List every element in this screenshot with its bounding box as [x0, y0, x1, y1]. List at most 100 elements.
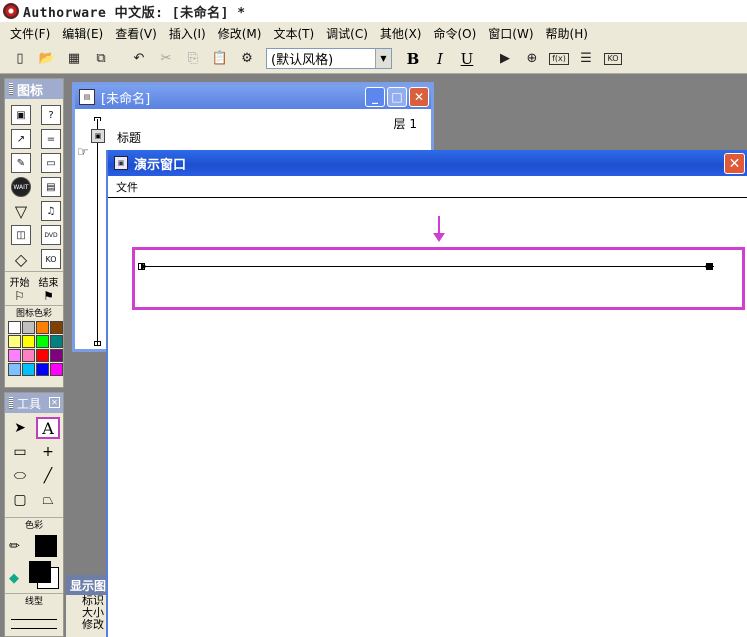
motion-icon[interactable]: ↗: [11, 129, 31, 149]
menu-edit[interactable]: 编辑(E): [56, 25, 109, 42]
menu-text[interactable]: 文本(T): [267, 25, 320, 42]
knowledge-objects-button[interactable]: KO: [601, 47, 625, 71]
functions-button[interactable]: f(x): [547, 47, 571, 71]
menu-help[interactable]: 帮助(H): [540, 25, 594, 42]
open-file-icon[interactable]: 📂: [35, 47, 59, 71]
functions-icon: f(x): [549, 52, 569, 65]
color-swatch[interactable]: [36, 321, 49, 334]
display-icon[interactable]: ▣: [91, 129, 105, 143]
presentation-titlebar[interactable]: ▣ 演示窗口 ✕: [108, 150, 747, 176]
diagonal-line-tool-icon[interactable]: ╱: [36, 465, 60, 487]
cut-icon[interactable]: ✂: [154, 47, 178, 71]
color-swatch[interactable]: [50, 363, 63, 376]
polygon-tool-icon[interactable]: ⏢: [36, 489, 60, 511]
menu-modify[interactable]: 修改(M): [212, 25, 268, 42]
menu-window[interactable]: 窗口(W): [482, 25, 539, 42]
flowline-end: [94, 341, 101, 346]
color-swatch[interactable]: [50, 335, 63, 348]
ellipse-tool-icon[interactable]: ⬭: [8, 465, 32, 487]
annotation-arrow: [433, 216, 445, 242]
fill-bucket-icon: ◆: [9, 571, 19, 586]
minimize-button[interactable]: _: [365, 87, 385, 107]
color-swatch[interactable]: [8, 335, 21, 348]
save-all-icon[interactable]: ▦: [62, 47, 86, 71]
dvd-icon[interactable]: DVD: [41, 225, 61, 245]
presentation-menu-file[interactable]: 文件: [116, 179, 138, 195]
text-style-select[interactable]: (默认风格) ▼: [266, 48, 392, 69]
wait-icon[interactable]: WAIT: [11, 177, 31, 197]
map-icon[interactable]: ▭: [41, 153, 61, 173]
line-end-handle[interactable]: [704, 262, 713, 271]
tools-palette-titlebar[interactable]: 工具 ✕: [5, 393, 63, 413]
rounded-rectangle-tool-icon[interactable]: ▢: [8, 489, 32, 511]
decision-icon[interactable]: ◇: [11, 249, 31, 269]
color-swatch[interactable]: [8, 349, 21, 362]
line-style-thin[interactable]: [11, 619, 57, 620]
line-style-label: 线型: [5, 593, 63, 607]
knowledge-object-icon[interactable]: KO: [41, 249, 61, 269]
color-swatch[interactable]: [36, 363, 49, 376]
color-swatch[interactable]: [36, 349, 49, 362]
start-flag-icon[interactable]: ⚐: [14, 289, 25, 303]
maximize-button[interactable]: □: [387, 87, 407, 107]
drawn-line[interactable]: [142, 266, 714, 267]
erase-icon[interactable]: ✎: [11, 153, 31, 173]
color-swatch[interactable]: [22, 335, 35, 348]
flowline-titlebar[interactable]: ▤ [未命名] _ □ ✕: [75, 85, 431, 109]
display-icon[interactable]: ▣: [11, 105, 31, 125]
color-swatch[interactable]: [8, 321, 21, 334]
start-label: 开始: [9, 278, 30, 289]
restart-icon[interactable]: ▶: [493, 47, 517, 71]
flowline-title: [未命名]: [101, 91, 151, 107]
calculation-icon[interactable]: =: [41, 129, 61, 149]
app-titlebar: Authorware 中文版: [未命名] *: [0, 0, 747, 22]
close-button[interactable]: ✕: [724, 153, 745, 174]
icons-palette-titlebar[interactable]: 图标: [5, 79, 63, 99]
variables-icon[interactable]: ☰: [574, 47, 598, 71]
copy-icon[interactable]: ⎘: [181, 47, 205, 71]
foreground-color-swatch[interactable]: [29, 561, 51, 583]
color-swatch[interactable]: [50, 349, 63, 362]
color-swatch[interactable]: [22, 321, 35, 334]
menu-view[interactable]: 查看(V): [109, 25, 163, 42]
text-tool-icon[interactable]: A: [36, 417, 60, 439]
end-flag-icon[interactable]: ⚑: [43, 289, 54, 303]
find-icon[interactable]: ⚙: [235, 47, 259, 71]
color-swatch[interactable]: [8, 363, 21, 376]
menu-debug[interactable]: 调试(C): [320, 25, 374, 42]
close-icon[interactable]: ✕: [49, 397, 60, 408]
sound-icon[interactable]: ♫: [41, 201, 61, 221]
menu-file[interactable]: 文件(F): [4, 25, 56, 42]
color-swatch[interactable]: [36, 335, 49, 348]
line-style-thin-2[interactable]: [11, 628, 57, 629]
color-swatch[interactable]: [22, 349, 35, 362]
flow-icon-label[interactable]: 标题: [117, 129, 141, 146]
navigate-icon[interactable]: ▽: [11, 201, 31, 221]
chevron-down-icon[interactable]: ▼: [375, 49, 391, 68]
pointer-tool-icon[interactable]: ➤: [8, 417, 32, 439]
menu-other[interactable]: 其他(X): [374, 25, 428, 42]
icons-palette: 图标 ▣ ? ↗ = ✎ ▭ WAIT ▤ ▽ ♫ ◫ DVD ◇ KO 开始 …: [4, 78, 64, 388]
bold-button[interactable]: B: [401, 47, 425, 71]
close-button[interactable]: ✕: [409, 87, 429, 107]
menu-commands[interactable]: 命令(O): [427, 25, 482, 42]
movie-icon[interactable]: ▤: [41, 177, 61, 197]
interaction-icon[interactable]: ?: [41, 105, 61, 125]
paste-icon[interactable]: 📋: [208, 47, 232, 71]
orthogonal-line-tool-icon[interactable]: +: [36, 441, 60, 463]
framework-icon[interactable]: ◫: [11, 225, 31, 245]
line-styles[interactable]: [5, 607, 63, 637]
new-file-icon[interactable]: ▯: [8, 47, 32, 71]
tools-palette: 工具 ✕ ➤ A ▭ + ⬭ ╱ ▢ ⏢ 色彩 ✏ ◆ 线型: [4, 392, 64, 637]
control-panel-icon[interactable]: ⊕: [520, 47, 544, 71]
rectangle-tool-icon[interactable]: ▭: [8, 441, 32, 463]
color-swatch[interactable]: [50, 321, 63, 334]
italic-button[interactable]: I: [428, 47, 452, 71]
line-start-handle[interactable]: [138, 262, 147, 271]
color-swatch[interactable]: [22, 363, 35, 376]
undo-icon[interactable]: ↶: [127, 47, 151, 71]
import-icon[interactable]: ⧉: [89, 47, 113, 71]
menu-insert[interactable]: 插入(I): [163, 25, 212, 42]
underline-button[interactable]: U: [455, 47, 479, 71]
line-color-swatch[interactable]: [35, 535, 57, 557]
